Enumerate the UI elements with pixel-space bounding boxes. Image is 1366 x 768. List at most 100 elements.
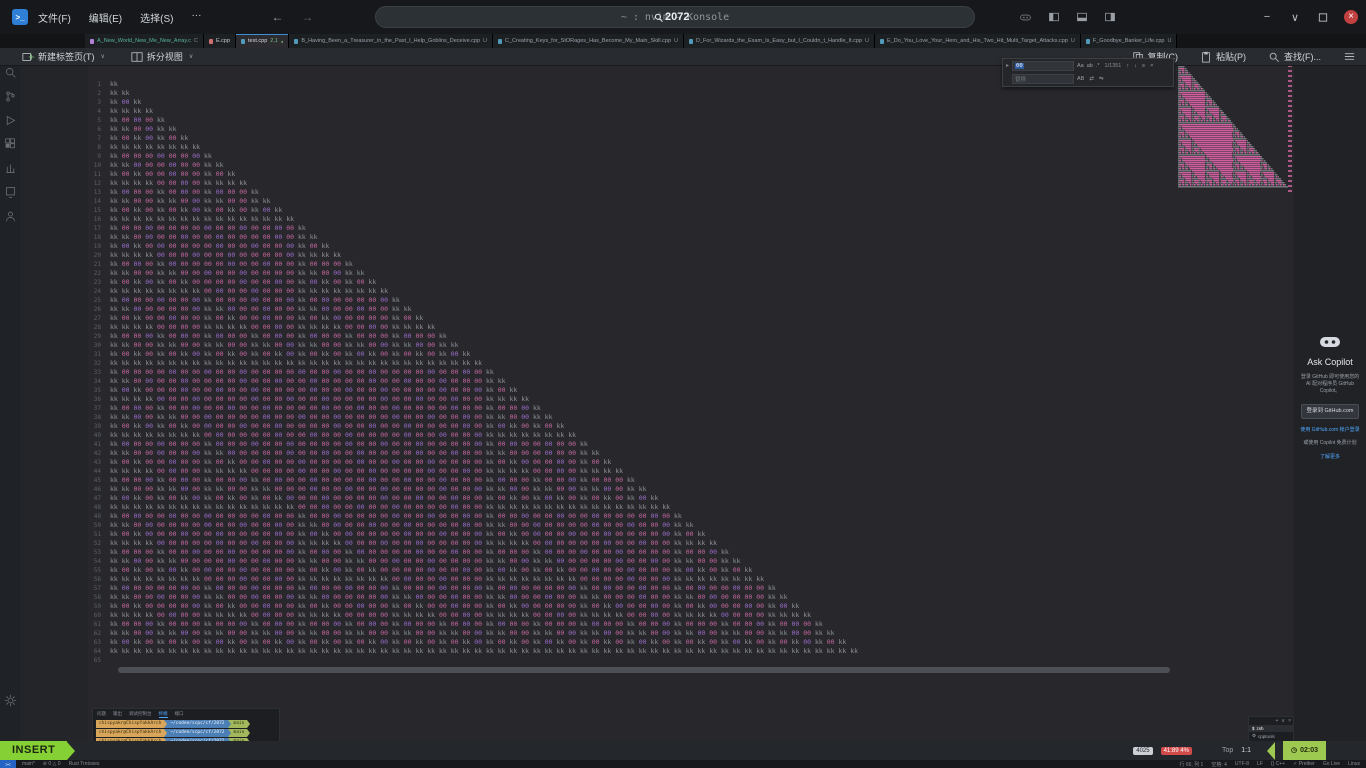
github-signin-button[interactable]: 登录到 GitHub.com [1301,404,1358,419]
remote-explorer-icon[interactable] [4,186,17,199]
menu-item[interactable]: 文件(F) [38,10,71,25]
terminal-list-item[interactable]: ⚙cpptools [1249,732,1293,740]
split-view-button[interactable]: 拆分视图∨ [131,50,193,63]
next-match-icon[interactable]: ↓ [1134,63,1137,69]
close-find-icon[interactable]: × [1150,63,1153,69]
panel-tab[interactable]: 调试控制台 [129,711,152,718]
status-item[interactable]: 行 66, 列 1 [1179,761,1203,768]
editor-tab[interactable]: A_New_World_New_Me_New_Array.cC [85,34,204,48]
whole-word-icon[interactable]: ab [1087,63,1093,69]
new-tab-button[interactable]: 新建标签页(T)∨ [22,50,105,63]
status-item[interactable]: {} C++ [1271,761,1285,767]
editor-tab[interactable]: E.cpp [204,34,236,48]
status-item[interactable]: Rust Trntoses [69,761,100,767]
menu-item[interactable]: ··· [191,10,201,25]
token: 00 [275,296,283,304]
layout-panel-left-icon[interactable] [1048,11,1060,23]
line-number: 46 [88,485,110,494]
token: 00 [592,512,600,520]
find-toggle-replace-icon[interactable]: ▸ [1006,62,1009,69]
editor[interactable]: 1kk 2kk kk 3kk 00 kk 4kk kk kk kk 5kk 00… [88,66,1292,741]
status-item[interactable]: ✓ Prettier [1293,761,1315,767]
token: kk [545,629,553,637]
restore-icon[interactable] [1316,12,1330,23]
editor-tab[interactable]: B_Having_Been_a_Treasurer_in_the_Past_I_… [289,34,493,48]
github-account-link[interactable]: 使用 GitHub.com 帐户登录 [1300,426,1359,433]
find-input[interactable]: 00 [1012,61,1074,71]
remote-indicator[interactable]: >< [0,760,16,768]
back-icon[interactable]: ← [271,10,283,24]
forward-icon[interactable]: → [301,10,313,24]
line-number: 50 [88,521,110,530]
hamburger-menu-icon[interactable] [1343,50,1356,63]
token: 00 [322,332,330,340]
chevron-down-icon[interactable]: ∨ [1281,718,1285,724]
account-icon[interactable] [4,210,17,223]
menu-item[interactable]: 编辑(E) [89,10,122,25]
horizontal-scrollbar[interactable] [118,667,1170,673]
editor-tab[interactable]: C_Creating_Keys_for_StORages_Has_Become_… [493,34,684,48]
run-debug-icon[interactable] [4,114,17,127]
find-button[interactable]: 查找(F)... [1268,50,1321,63]
replace-input[interactable] [1012,74,1074,84]
status-item[interactable]: 空格: 4 [1211,761,1227,768]
find-in-selection-icon[interactable]: ≡ [1142,63,1145,69]
match-case-icon[interactable]: Aa [1077,63,1084,69]
app-icon[interactable]: >_ [12,9,28,25]
token: 00 [521,422,529,430]
search-icon[interactable] [4,66,17,79]
token: 00 [192,548,200,556]
status-item[interactable]: UTF-8 [1235,761,1249,767]
token: 00 [134,197,142,205]
panel-tab[interactable]: 端口 [175,711,184,718]
editor-tab[interactable]: F_Goodbye_Banker_Life.cppU [1081,34,1178,48]
testing-icon[interactable] [4,162,17,175]
close-icon[interactable]: × [1344,10,1358,24]
replace-icon[interactable]: ⇄ [1089,76,1094,82]
status-item[interactable]: main* [22,761,35,767]
token: 00 [474,431,482,439]
menu-item[interactable]: 选择(S) [140,10,173,25]
layout-panel-right-icon[interactable] [1104,11,1116,23]
editor-tab[interactable]: D_For_Wizards_the_Exam_Is_Easy_but_I_Cou… [684,34,875,48]
terminal-list-item[interactable]: $zsh [1249,725,1293,732]
token: 00 [228,512,236,520]
panel-tab[interactable]: 输出 [113,711,122,718]
token: 00 [463,611,471,619]
learn-more-link[interactable]: 了解更多 [1320,453,1340,460]
token: 00 [380,521,388,529]
extensions-icon[interactable] [4,138,17,151]
copilot-icon[interactable] [1019,11,1032,24]
titlebar-icons [1019,11,1116,24]
token: 00 [239,341,247,349]
minimap[interactable] [1178,60,1292,192]
token: kk [345,269,353,277]
editor-tab[interactable]: test.cpp2,1● [236,34,289,48]
token: 00 [521,530,529,538]
token: 00 [545,458,553,466]
paste-button[interactable]: 粘贴(P) [1200,50,1246,63]
source-control-icon[interactable] [4,90,17,103]
status-item[interactable]: Go Live [1323,761,1340,767]
panel-tab[interactable]: 终端 [159,711,168,718]
settings-gear-icon[interactable] [4,694,17,707]
token: 00 [686,584,694,592]
prompt-path: ~/codee/scpc/cf/2072 [167,729,227,737]
token: 00 [263,233,271,241]
status-item[interactable]: ⊘ 0 △ 0 [43,761,61,767]
status-item[interactable]: Linux [1348,761,1360,767]
preserve-case-icon[interactable]: AB [1077,76,1084,82]
minimize-icon[interactable]: − [1260,11,1274,23]
previous-match-icon[interactable]: ↑ [1126,63,1129,69]
panel-tab[interactable]: 问题 [97,711,106,718]
editor-tab[interactable]: E_Do_You_Love_Your_Hero_and_His_Two_Hit_… [875,34,1081,48]
replace-all-icon[interactable]: ⇋ [1099,76,1104,82]
close-panel-icon[interactable]: × [1288,718,1291,724]
command-center[interactable]: ~ : nvim — Konsole 2072 [375,6,975,28]
add-terminal-icon[interactable]: + [1275,718,1278,724]
layout-panel-bottom-icon[interactable] [1076,11,1088,23]
regex-icon[interactable]: .* [1096,63,1100,69]
status-item[interactable]: LF [1257,761,1263,767]
chevron-down-icon[interactable]: ∨ [1288,11,1302,24]
token: 00 [122,512,130,520]
